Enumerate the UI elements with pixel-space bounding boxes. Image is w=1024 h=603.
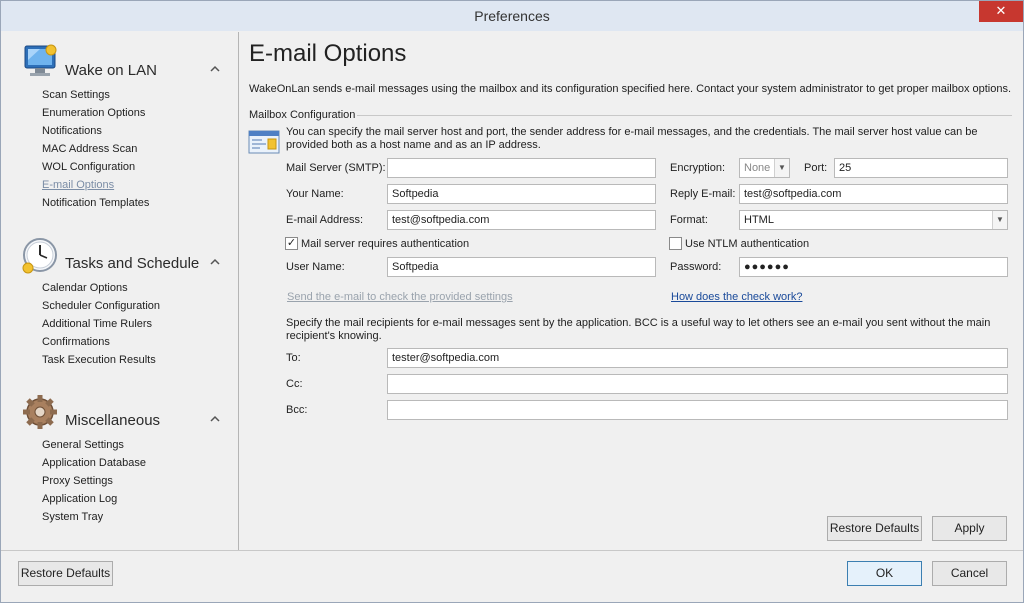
dropdown-arrow-icon[interactable]: ▼	[992, 211, 1007, 229]
section-title: Miscellaneous	[65, 412, 161, 429]
requires-auth-checkbox[interactable]: ✓	[285, 237, 298, 250]
sidebar-item-additional-time-rulers[interactable]: Additional Time Rulers	[42, 318, 152, 330]
section-wake-on-lan[interactable]: Wake on LAN	[10, 40, 239, 90]
mail-config-icon	[248, 130, 280, 154]
sidebar-item-confirmations[interactable]: Confirmations	[42, 336, 110, 348]
apply-button[interactable]: Apply	[932, 516, 1007, 541]
sidebar-item-task-execution-results[interactable]: Task Execution Results	[42, 354, 156, 366]
ntlm-checkbox[interactable]	[669, 237, 682, 250]
chevron-up-icon[interactable]	[209, 64, 221, 74]
cc-input[interactable]	[387, 374, 1008, 394]
sidebar-item-general-settings[interactable]: General Settings	[42, 439, 124, 451]
encryption-label: Encryption:	[670, 162, 726, 174]
ok-button[interactable]: OK	[847, 561, 922, 586]
recipients-info-text: Specify the mail recipients for e-mail m…	[286, 317, 991, 342]
gear-icon	[23, 395, 57, 429]
user-name-label: User Name:	[286, 261, 345, 273]
sidebar-item-enumeration-options[interactable]: Enumeration Options	[42, 107, 145, 119]
format-label: Format:	[670, 214, 708, 226]
sidebar-item-mac-address-scan[interactable]: MAC Address Scan	[42, 143, 137, 155]
bcc-label: Bcc:	[286, 404, 308, 416]
chevron-up-icon[interactable]	[209, 414, 221, 424]
clock-icon	[22, 238, 57, 274]
close-button[interactable]: ✕	[979, 1, 1023, 22]
restore-defaults-panel-button[interactable]: Restore Defaults	[827, 516, 922, 541]
sidebar-item-email-options[interactable]: E-mail Options	[42, 179, 114, 191]
encryption-value: None	[744, 162, 771, 174]
format-select[interactable]: HTML ▼	[739, 210, 1008, 230]
mailbox-configuration-label: Mailbox Configuration	[249, 109, 356, 121]
ntlm-label[interactable]: Use NTLM authentication	[685, 238, 809, 250]
sidebar-item-application-log[interactable]: Application Log	[42, 493, 117, 505]
section-miscellaneous[interactable]: Miscellaneous	[10, 390, 239, 440]
to-label: To:	[286, 352, 301, 364]
sidebar-item-notification-templates[interactable]: Notification Templates	[42, 197, 149, 209]
restore-defaults-button[interactable]: Restore Defaults	[18, 561, 113, 586]
sidebar-item-scan-settings[interactable]: Scan Settings	[42, 89, 110, 101]
sidebar: Wake on LAN Scan Settings Enumeration Op…	[10, 32, 239, 550]
email-address-input[interactable]: test@softpedia.com	[387, 210, 656, 230]
port-input[interactable]: 25	[834, 158, 1008, 178]
footer-bar: Restore Defaults OK Cancel	[1, 550, 1023, 602]
how-check-works-link[interactable]: How does the check work?	[671, 291, 802, 303]
user-name-input[interactable]: Softpedia	[387, 257, 656, 277]
to-input[interactable]: tester@softpedia.com	[387, 348, 1008, 368]
cc-label: Cc:	[286, 378, 303, 390]
group-divider	[357, 115, 1012, 116]
page-description: WakeOnLan sends e-mail messages using th…	[249, 83, 1012, 95]
window-title: Preferences	[474, 8, 550, 24]
encryption-select[interactable]: None ▼	[739, 158, 790, 178]
sidebar-item-system-tray[interactable]: System Tray	[42, 511, 103, 523]
bcc-input[interactable]	[387, 400, 1008, 420]
title-bar: Preferences ✕	[1, 1, 1023, 31]
your-name-label: Your Name:	[286, 188, 344, 200]
monitor-icon	[24, 44, 57, 76]
mail-server-label: Mail Server (SMTP):	[286, 162, 386, 174]
cancel-button[interactable]: Cancel	[932, 561, 1007, 586]
send-test-email-link[interactable]: Send the e-mail to check the provided se…	[287, 291, 513, 303]
preferences-window: Preferences ✕ Wake on LAN Scan Settings …	[0, 0, 1024, 603]
sidebar-item-wol-configuration[interactable]: WOL Configuration	[42, 161, 135, 173]
dropdown-arrow-icon[interactable]: ▼	[774, 159, 789, 177]
reply-email-input[interactable]: test@softpedia.com	[739, 184, 1008, 204]
your-name-input[interactable]: Softpedia	[387, 184, 656, 204]
page-title: E-mail Options	[249, 40, 407, 67]
mailbox-info-text: You can specify the mail server host and…	[286, 126, 978, 151]
password-input[interactable]: ●●●●●●	[739, 257, 1008, 277]
section-title: Tasks and Schedule	[65, 255, 200, 272]
sidebar-item-proxy-settings[interactable]: Proxy Settings	[42, 475, 113, 487]
password-label: Password:	[670, 261, 722, 273]
sidebar-item-application-database[interactable]: Application Database	[42, 457, 146, 469]
sidebar-item-calendar-options[interactable]: Calendar Options	[42, 282, 128, 294]
port-label: Port:	[804, 162, 828, 174]
reply-email-label: Reply E-mail:	[670, 188, 736, 200]
section-tasks-and-schedule[interactable]: Tasks and Schedule	[10, 233, 239, 283]
email-address-label: E-mail Address:	[286, 214, 364, 226]
section-title: Wake on LAN	[65, 62, 157, 79]
sidebar-item-scheduler-configuration[interactable]: Scheduler Configuration	[42, 300, 160, 312]
sidebar-item-notifications[interactable]: Notifications	[42, 125, 102, 137]
chevron-up-icon[interactable]	[209, 257, 221, 267]
mail-server-input[interactable]	[387, 158, 656, 178]
requires-auth-label[interactable]: Mail server requires authentication	[301, 238, 469, 250]
format-value: HTML	[744, 214, 774, 226]
main-panel: E-mail Options WakeOnLan sends e-mail me…	[240, 32, 1023, 550]
